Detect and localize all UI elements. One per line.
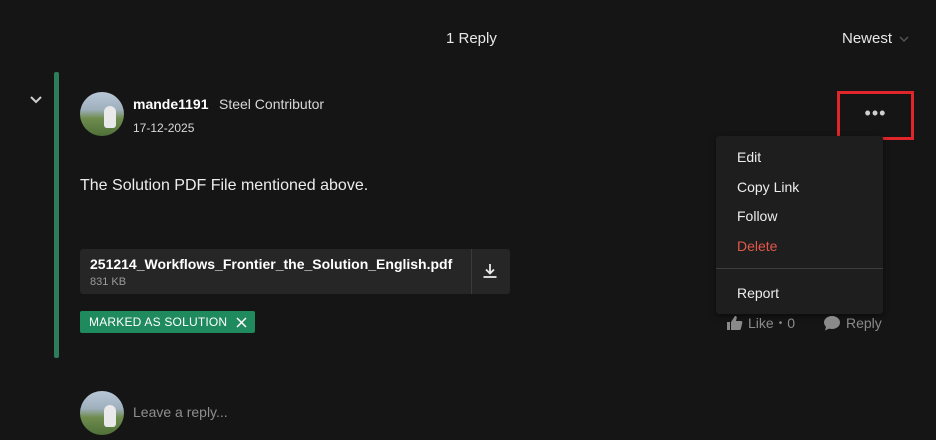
like-label[interactable]: Like — [748, 315, 774, 331]
sort-label: Newest — [842, 30, 893, 47]
solution-badge: MARKED AS SOLUTION — [80, 311, 256, 333]
chevron-down-icon — [899, 36, 909, 42]
avatar-figure — [104, 405, 116, 427]
more-options-button[interactable]: ••• — [837, 91, 914, 140]
post-actions: Like • 0 Reply — [726, 314, 882, 332]
post-body: The Solution PDF File mentioned above. — [80, 177, 369, 194]
avatar-figure — [104, 106, 116, 128]
avatar[interactable] — [80, 92, 124, 136]
options-menu: Edit Copy Link Follow Delete Report — [716, 136, 883, 314]
reply-count: 1 Reply — [446, 30, 497, 47]
sort-dropdown[interactable]: Newest — [842, 30, 910, 47]
download-icon[interactable] — [480, 261, 500, 281]
attachment-card[interactable]: 251214_Workflows_Frontier_the_Solution_E… — [80, 249, 510, 294]
like-count: 0 — [787, 315, 795, 331]
like-separator: • — [778, 317, 783, 329]
reply-avatar — [80, 391, 124, 435]
author-username[interactable]: mande1191 — [133, 96, 209, 112]
menu-item-follow[interactable]: Follow — [737, 208, 777, 224]
solution-badge-label: MARKED AS SOLUTION — [89, 315, 228, 329]
collapse-chevron-icon[interactable] — [28, 92, 44, 108]
attachment-filename[interactable]: 251214_Workflows_Frontier_the_Solution_E… — [90, 256, 452, 272]
menu-item-report[interactable]: Report — [737, 285, 779, 301]
reply-label[interactable]: Reply — [846, 315, 882, 331]
like-icon[interactable] — [726, 314, 744, 332]
menu-item-delete[interactable]: Delete — [737, 238, 777, 254]
reply-input[interactable]: Leave a reply... — [133, 404, 228, 420]
menu-item-copy-link[interactable]: Copy Link — [737, 179, 799, 195]
attachment-divider — [471, 249, 472, 294]
close-icon[interactable] — [236, 316, 247, 328]
thread-accent-bar — [54, 72, 59, 358]
reply-icon[interactable] — [823, 314, 841, 332]
menu-item-edit[interactable]: Edit — [737, 149, 761, 165]
attachment-size: 831 KB — [90, 276, 127, 288]
author-rank: Steel Contributor — [219, 96, 325, 112]
menu-separator — [716, 268, 883, 269]
more-icon: ••• — [864, 102, 887, 123]
post-date: 17-12-2025 — [133, 121, 195, 135]
